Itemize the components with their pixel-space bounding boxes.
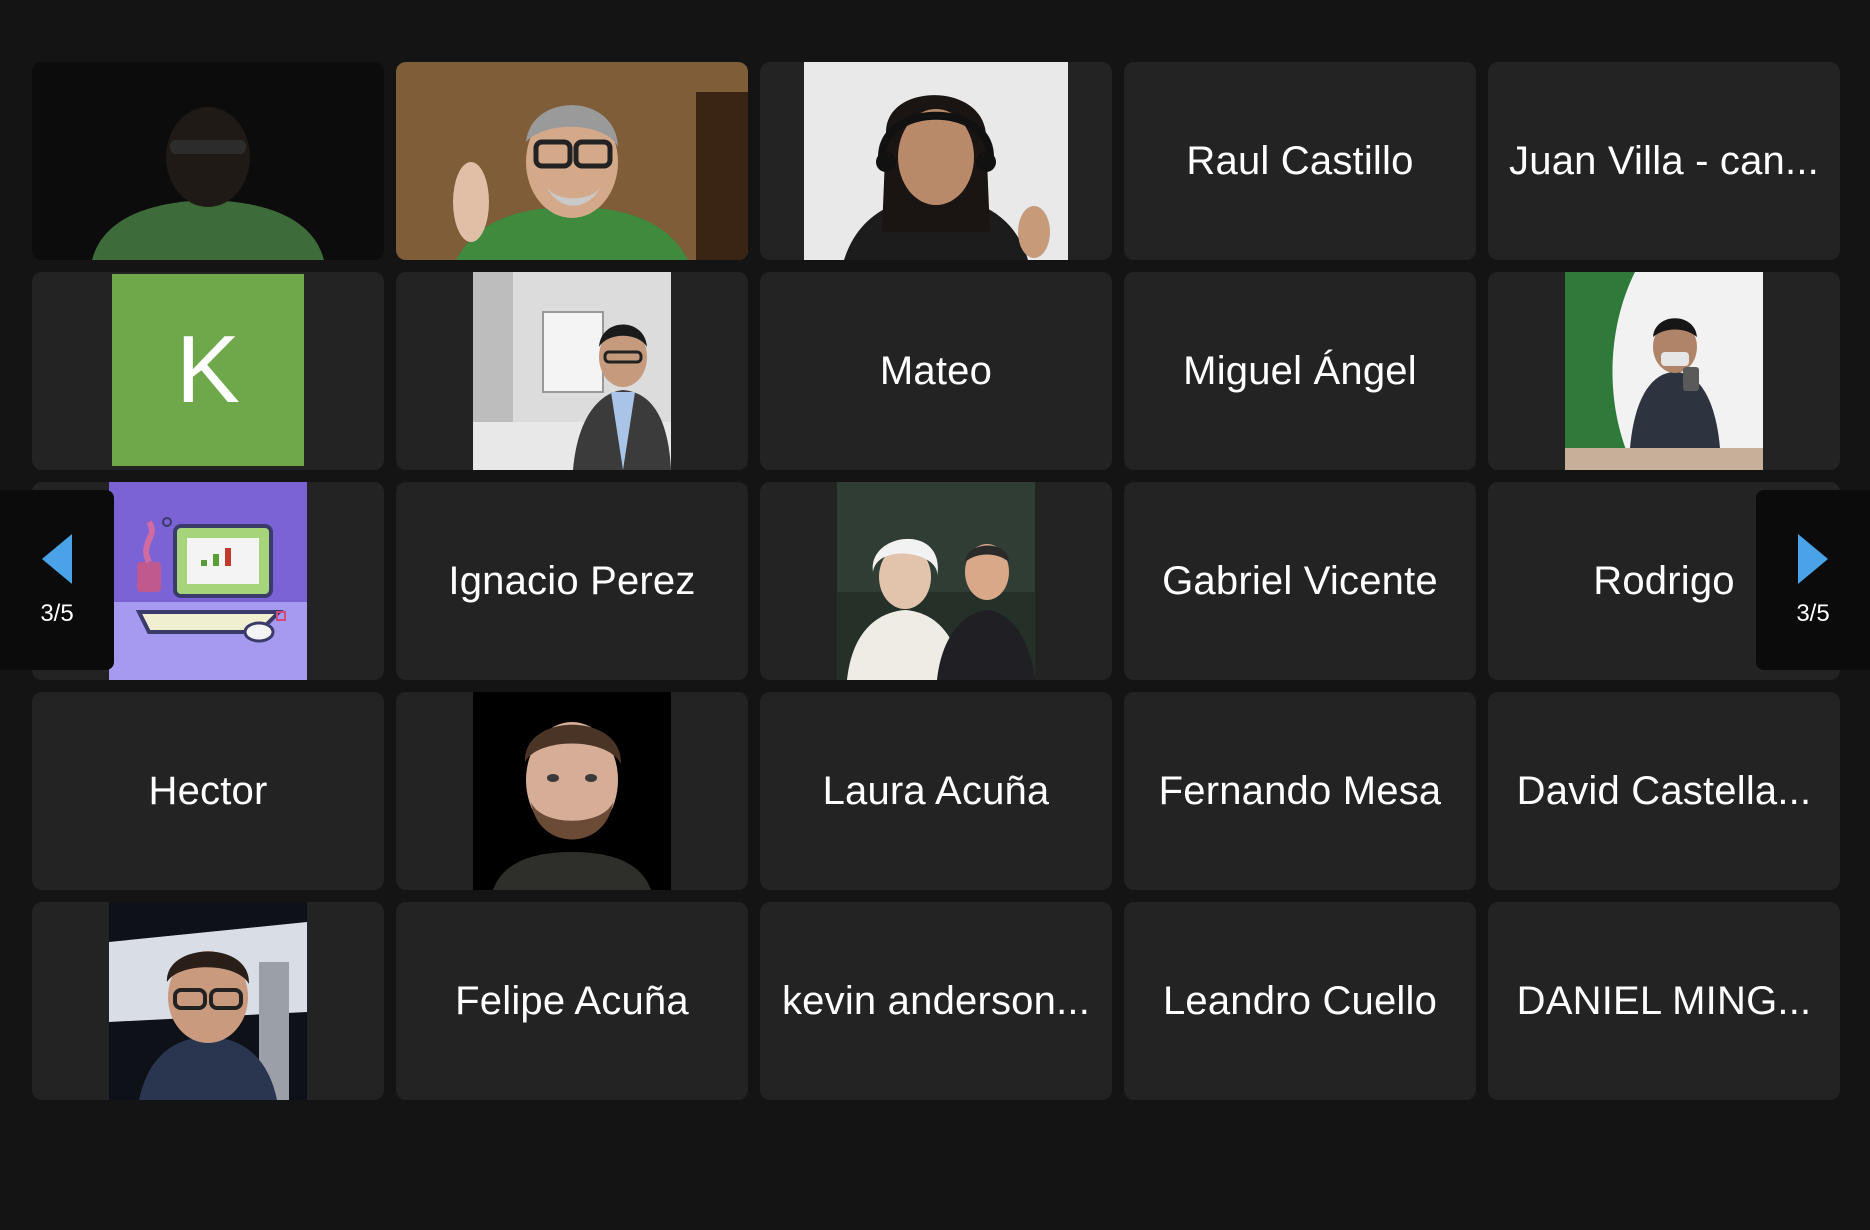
participant-name: Rodrigo bbox=[1593, 558, 1735, 603]
participant-photo bbox=[473, 272, 671, 470]
participant-name: Juan Villa - can... bbox=[1509, 138, 1819, 183]
participant-name: Leandro Cuello bbox=[1162, 978, 1438, 1023]
participant-tile[interactable] bbox=[32, 62, 384, 260]
participant-video bbox=[396, 62, 748, 260]
participant-video bbox=[804, 62, 1068, 260]
participant-photo bbox=[109, 902, 307, 1100]
participant-name: DANIEL MING... bbox=[1516, 978, 1812, 1023]
page-indicator: 3/5 bbox=[40, 600, 74, 627]
participant-tile[interactable] bbox=[32, 902, 384, 1100]
participant-tile[interactable]: kevin anderson... bbox=[760, 902, 1112, 1100]
participant-tile[interactable]: Mateo bbox=[760, 272, 1112, 470]
participant-photo bbox=[473, 692, 671, 890]
participant-tile[interactable] bbox=[396, 692, 748, 890]
participant-avatar: K bbox=[112, 274, 304, 466]
page-indicator: 3/5 bbox=[1796, 600, 1830, 627]
participant-tile[interactable]: Leandro Cuello bbox=[1124, 902, 1476, 1100]
participant-name: Laura Acuña bbox=[822, 768, 1050, 813]
next-page-button[interactable]: 3/5 bbox=[1756, 490, 1870, 670]
participant-tile[interactable]: Laura Acuña bbox=[760, 692, 1112, 890]
participant-tile[interactable]: Hector bbox=[32, 692, 384, 890]
participant-tile[interactable]: David Castella... bbox=[1488, 692, 1840, 890]
participant-name: Raul Castillo bbox=[1186, 138, 1414, 183]
participant-tile[interactable]: Ignacio Perez bbox=[396, 482, 748, 680]
participant-photo bbox=[837, 482, 1035, 680]
participant-tile[interactable]: Miguel Ángel bbox=[1124, 272, 1476, 470]
participant-name: Mateo bbox=[879, 348, 993, 393]
participant-tile[interactable]: Juan Villa - can... bbox=[1488, 62, 1840, 260]
participant-grid: Raul Castillo Juan Villa - can... K Mate… bbox=[32, 62, 1840, 1100]
participant-name: Hector bbox=[148, 768, 268, 813]
arrow-left-icon bbox=[40, 532, 74, 586]
participant-name: David Castella... bbox=[1516, 768, 1812, 813]
participant-tile[interactable]: DANIEL MING... bbox=[1488, 902, 1840, 1100]
participant-name: Fernando Mesa bbox=[1158, 768, 1442, 813]
participant-tile[interactable] bbox=[760, 482, 1112, 680]
participant-name: kevin anderson... bbox=[781, 978, 1091, 1023]
participant-name: Felipe Acuña bbox=[455, 978, 689, 1023]
previous-page-button[interactable]: 3/5 bbox=[0, 490, 114, 670]
participant-tile[interactable] bbox=[396, 62, 748, 260]
meeting-gallery-view: Raul Castillo Juan Villa - can... K Mate… bbox=[0, 0, 1870, 1230]
arrow-right-icon bbox=[1796, 532, 1830, 586]
participant-tile[interactable] bbox=[760, 62, 1112, 260]
participant-tile[interactable] bbox=[1488, 272, 1840, 470]
participant-tile[interactable]: Fernando Mesa bbox=[1124, 692, 1476, 890]
participant-name: Ignacio Perez bbox=[448, 558, 696, 603]
participant-photo bbox=[1565, 272, 1763, 470]
participant-tile[interactable]: Felipe Acuña bbox=[396, 902, 748, 1100]
participant-tile[interactable] bbox=[396, 272, 748, 470]
participant-tile[interactable]: Gabriel Vicente bbox=[1124, 482, 1476, 680]
participant-photo bbox=[109, 482, 307, 680]
participant-tile[interactable]: Raul Castillo bbox=[1124, 62, 1476, 260]
participant-name: Gabriel Vicente bbox=[1162, 558, 1438, 603]
participant-name: Miguel Ángel bbox=[1183, 348, 1417, 393]
participant-video bbox=[32, 62, 384, 260]
participant-tile[interactable]: K bbox=[32, 272, 384, 470]
